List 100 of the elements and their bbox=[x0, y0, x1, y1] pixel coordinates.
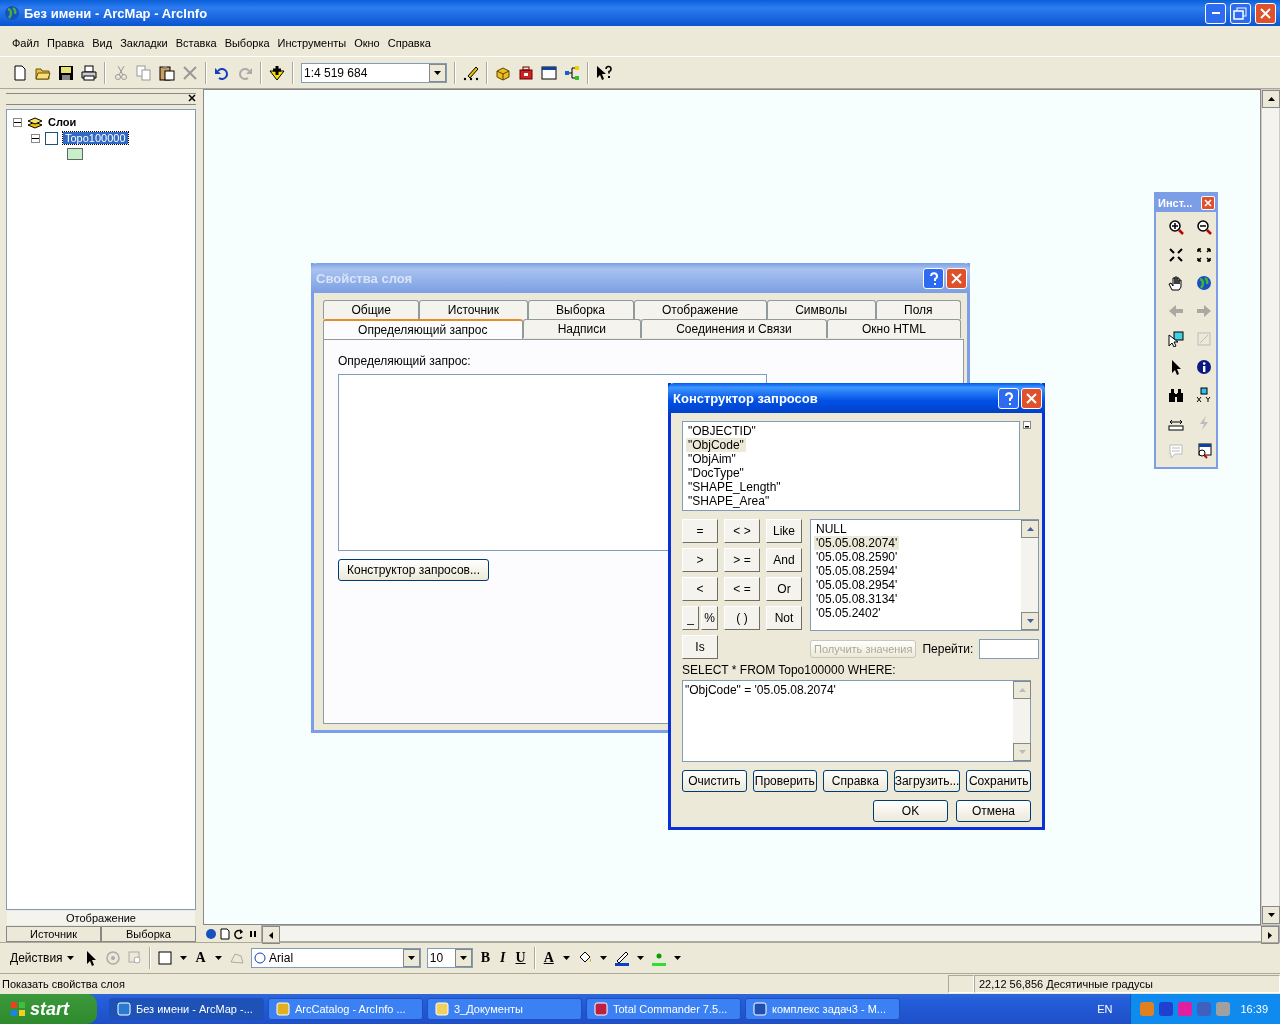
caret-icon[interactable] bbox=[433, 68, 442, 77]
scroll-left-icon[interactable] bbox=[267, 930, 275, 940]
tab[interactable]: Источник bbox=[6, 926, 101, 942]
dialog-button[interactable]: Загрузить... bbox=[893, 770, 961, 792]
value-list-item[interactable]: NULL bbox=[814, 522, 849, 536]
field-list-item[interactable]: "DocType" bbox=[686, 466, 746, 480]
close-icon[interactable] bbox=[188, 94, 196, 102]
caret-icon[interactable] bbox=[178, 954, 188, 962]
zoom-in-icon[interactable] bbox=[1168, 218, 1184, 235]
minimize-button[interactable] bbox=[1205, 2, 1226, 24]
operator-button[interactable]: < bbox=[682, 577, 718, 601]
operator-button[interactable]: Is bbox=[682, 635, 718, 659]
italic-button[interactable]: I bbox=[498, 950, 508, 966]
font-color-button[interactable]: A bbox=[541, 950, 556, 966]
add-data-icon[interactable] bbox=[269, 64, 285, 81]
taskbar-button[interactable]: Total Commander 7.5... bbox=[586, 998, 741, 1020]
operator-button[interactable]: < = bbox=[724, 577, 760, 601]
caret-icon[interactable] bbox=[406, 954, 416, 962]
taskbar-button[interactable]: комплекс задач3 - M... bbox=[745, 998, 900, 1020]
dialog-button[interactable]: Справка bbox=[823, 770, 888, 792]
info-icon[interactable] bbox=[1196, 358, 1212, 375]
fixed-zoom-out-icon[interactable] bbox=[1196, 246, 1212, 263]
operator-button[interactable]: And bbox=[766, 548, 802, 572]
print-icon[interactable] bbox=[81, 64, 97, 81]
collapse-toggle[interactable] bbox=[31, 133, 40, 143]
taskbar-button[interactable]: 3_Документы bbox=[427, 998, 582, 1020]
go-to-field[interactable] bbox=[979, 639, 1040, 659]
scale-combo-box[interactable]: 1:4 519 684 bbox=[301, 62, 447, 83]
help-pointer-icon[interactable] bbox=[596, 64, 612, 81]
ok-button[interactable]: OK bbox=[873, 800, 948, 822]
operator-button[interactable]: > = bbox=[724, 548, 760, 572]
field-list-item[interactable]: "SHAPE_Length" bbox=[686, 480, 783, 494]
binoculars-icon[interactable] bbox=[1168, 386, 1184, 403]
hand-icon[interactable] bbox=[1168, 274, 1184, 291]
layer-checkbox[interactable] bbox=[45, 131, 58, 145]
help-button[interactable] bbox=[998, 387, 1019, 409]
operator-button[interactable]: = bbox=[682, 519, 718, 543]
xy-point-icon[interactable] bbox=[1196, 386, 1212, 403]
layer-group-label[interactable]: Слои bbox=[48, 116, 77, 128]
menu-item[interactable]: Окно bbox=[350, 35, 384, 51]
taskbar-button[interactable]: Без имени - ArcMap -... bbox=[109, 998, 264, 1020]
operator-button[interactable]: ( ) bbox=[724, 606, 760, 630]
close-button[interactable] bbox=[1201, 196, 1215, 210]
field-list-item[interactable]: "ObjAim" bbox=[686, 452, 738, 466]
zoom-out-icon[interactable] bbox=[1196, 218, 1212, 235]
fixed-zoom-in-icon[interactable] bbox=[1168, 246, 1184, 263]
close-button[interactable] bbox=[1021, 387, 1042, 409]
value-list-item[interactable]: '05.05.08.3134' bbox=[814, 592, 900, 606]
data-view-icon[interactable] bbox=[205, 927, 217, 940]
close-button[interactable] bbox=[1255, 2, 1276, 24]
dialog-button[interactable]: Очистить bbox=[682, 770, 747, 792]
select-elements-icon[interactable] bbox=[1168, 330, 1184, 347]
caret-icon[interactable] bbox=[561, 954, 571, 962]
editor-pencil-icon[interactable] bbox=[463, 64, 479, 81]
menu-item[interactable]: Закладки bbox=[116, 35, 172, 51]
taskbar-button[interactable]: ArcCatalog - ArcInfo ... bbox=[268, 998, 423, 1020]
paste-icon[interactable] bbox=[159, 64, 175, 81]
refresh-icon[interactable] bbox=[233, 927, 245, 940]
menu-item[interactable]: Вставка bbox=[171, 35, 221, 51]
operator-button[interactable]: _ bbox=[682, 606, 699, 630]
language-indicator[interactable]: EN bbox=[1083, 1003, 1127, 1015]
scroll-right-icon[interactable] bbox=[1266, 930, 1274, 940]
dialog-button[interactable]: Проверить bbox=[752, 770, 818, 792]
menu-item[interactable]: Выборка bbox=[220, 35, 274, 51]
cancel-button[interactable]: Отмена bbox=[956, 800, 1031, 822]
save-icon[interactable] bbox=[58, 64, 74, 81]
menu-item[interactable]: Правка bbox=[43, 35, 89, 51]
caret-icon[interactable] bbox=[65, 954, 75, 962]
menu-item[interactable]: Инструменты bbox=[273, 35, 351, 51]
caret-icon[interactable] bbox=[672, 954, 682, 962]
zoom-window-icon[interactable] bbox=[1196, 442, 1212, 459]
field-list[interactable]: "OBJECTID" "ObjCode" "ObjAim" "DocType" "SHAPE_Length" "SHAPE_Area" bbox=[682, 421, 1020, 511]
caret-icon[interactable] bbox=[458, 954, 468, 962]
actions-menu-button[interactable]: Действия bbox=[8, 951, 77, 965]
line-color-icon[interactable] bbox=[613, 950, 630, 966]
bold-button[interactable]: B bbox=[478, 950, 493, 966]
field-list-item[interactable]: "OBJECTID" bbox=[686, 424, 758, 438]
caret-icon[interactable] bbox=[635, 954, 645, 962]
scroll-up-icon[interactable] bbox=[1266, 95, 1276, 103]
caret-icon[interactable] bbox=[598, 954, 608, 962]
vertical-scrollbar[interactable] bbox=[1261, 89, 1280, 925]
rectangle-icon[interactable] bbox=[156, 950, 173, 966]
start-button[interactable]: start bbox=[0, 994, 97, 1024]
operator-button[interactable]: % bbox=[701, 606, 718, 630]
operator-button[interactable]: Not bbox=[766, 606, 802, 630]
dialog-button[interactable]: Сохранить bbox=[966, 770, 1031, 792]
layer-name[interactable]: Topo100000 bbox=[63, 132, 128, 144]
operator-button[interactable]: Like bbox=[766, 519, 802, 543]
font-combo-box[interactable]: Arial bbox=[250, 948, 421, 968]
toolbox-icon[interactable] bbox=[518, 64, 534, 81]
underline-button[interactable]: U bbox=[513, 950, 528, 966]
globe-icon[interactable] bbox=[1196, 274, 1212, 291]
value-list-item[interactable]: '05.05.08.2594' bbox=[814, 564, 900, 578]
restore-button[interactable] bbox=[1230, 2, 1251, 24]
field-list-item[interactable]: "ObjCode" bbox=[686, 438, 746, 452]
tab[interactable]: Отображение bbox=[6, 910, 196, 926]
font-size-combo-box[interactable]: 10 bbox=[426, 948, 473, 968]
menu-item[interactable]: Справка bbox=[383, 35, 435, 51]
value-list-item[interactable]: '05.05.2402' bbox=[814, 606, 883, 620]
collapse-toggle[interactable] bbox=[13, 117, 22, 127]
